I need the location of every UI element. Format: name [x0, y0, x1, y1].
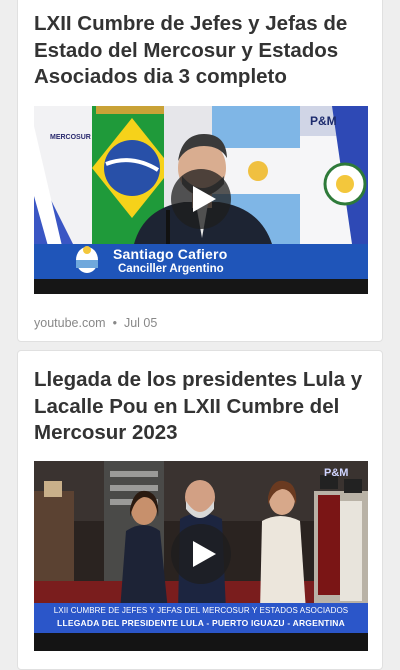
article-title[interactable]: Llegada de los presidentes Lula y Lacall… [34, 367, 364, 447]
publish-date: Jul 05 [123, 316, 158, 330]
meta-separator: • [112, 316, 117, 330]
lower-third-banner: Santiago Cafiero Canciller Argentino [34, 244, 368, 279]
article-meta: youtube.com • Jul 05 [34, 316, 157, 330]
speaker-name: Santiago Cafiero [113, 246, 228, 262]
argentina-emblem-icon [76, 246, 98, 273]
video-thumbnail[interactable]: P&M LXII CUMBRE DE JEFES Y JEFAS DEL MER… [34, 461, 368, 651]
mercosur-logo: MERCOSUR [50, 134, 91, 141]
chyron-line-1: LXII CUMBRE DE JEFES Y JEFAS DEL MERCOSU… [53, 606, 349, 615]
play-icon [192, 541, 216, 567]
video-thumbnail[interactable]: MERCOSUR P&M Santiago Cafiero Canciller … [34, 106, 368, 294]
play-button[interactable] [171, 169, 231, 229]
news-card[interactable]: Llegada de los presidentes Lula y Lacall… [17, 350, 383, 670]
source-domain[interactable]: youtube.com [34, 316, 106, 330]
news-card[interactable]: LXII Cumbre de Jefes y Jefas de Estado d… [17, 0, 383, 342]
channel-logo: P&M [324, 467, 349, 479]
article-title[interactable]: LXII Cumbre de Jefes y Jefas de Estado d… [34, 11, 364, 91]
play-button[interactable] [171, 524, 231, 584]
video-chyron: LXII CUMBRE DE JEFES Y JEFAS DEL MERCOSU… [34, 603, 368, 633]
play-icon [192, 186, 216, 212]
speaker-role: Canciller Argentino [118, 263, 224, 275]
news-feed: LXII Cumbre de Jefes y Jefas de Estado d… [0, 0, 400, 670]
chyron-line-2: LLEGADA DEL PRESIDENTE LULA - PUERTO IGU… [57, 618, 345, 628]
channel-logo: P&M [310, 114, 337, 128]
